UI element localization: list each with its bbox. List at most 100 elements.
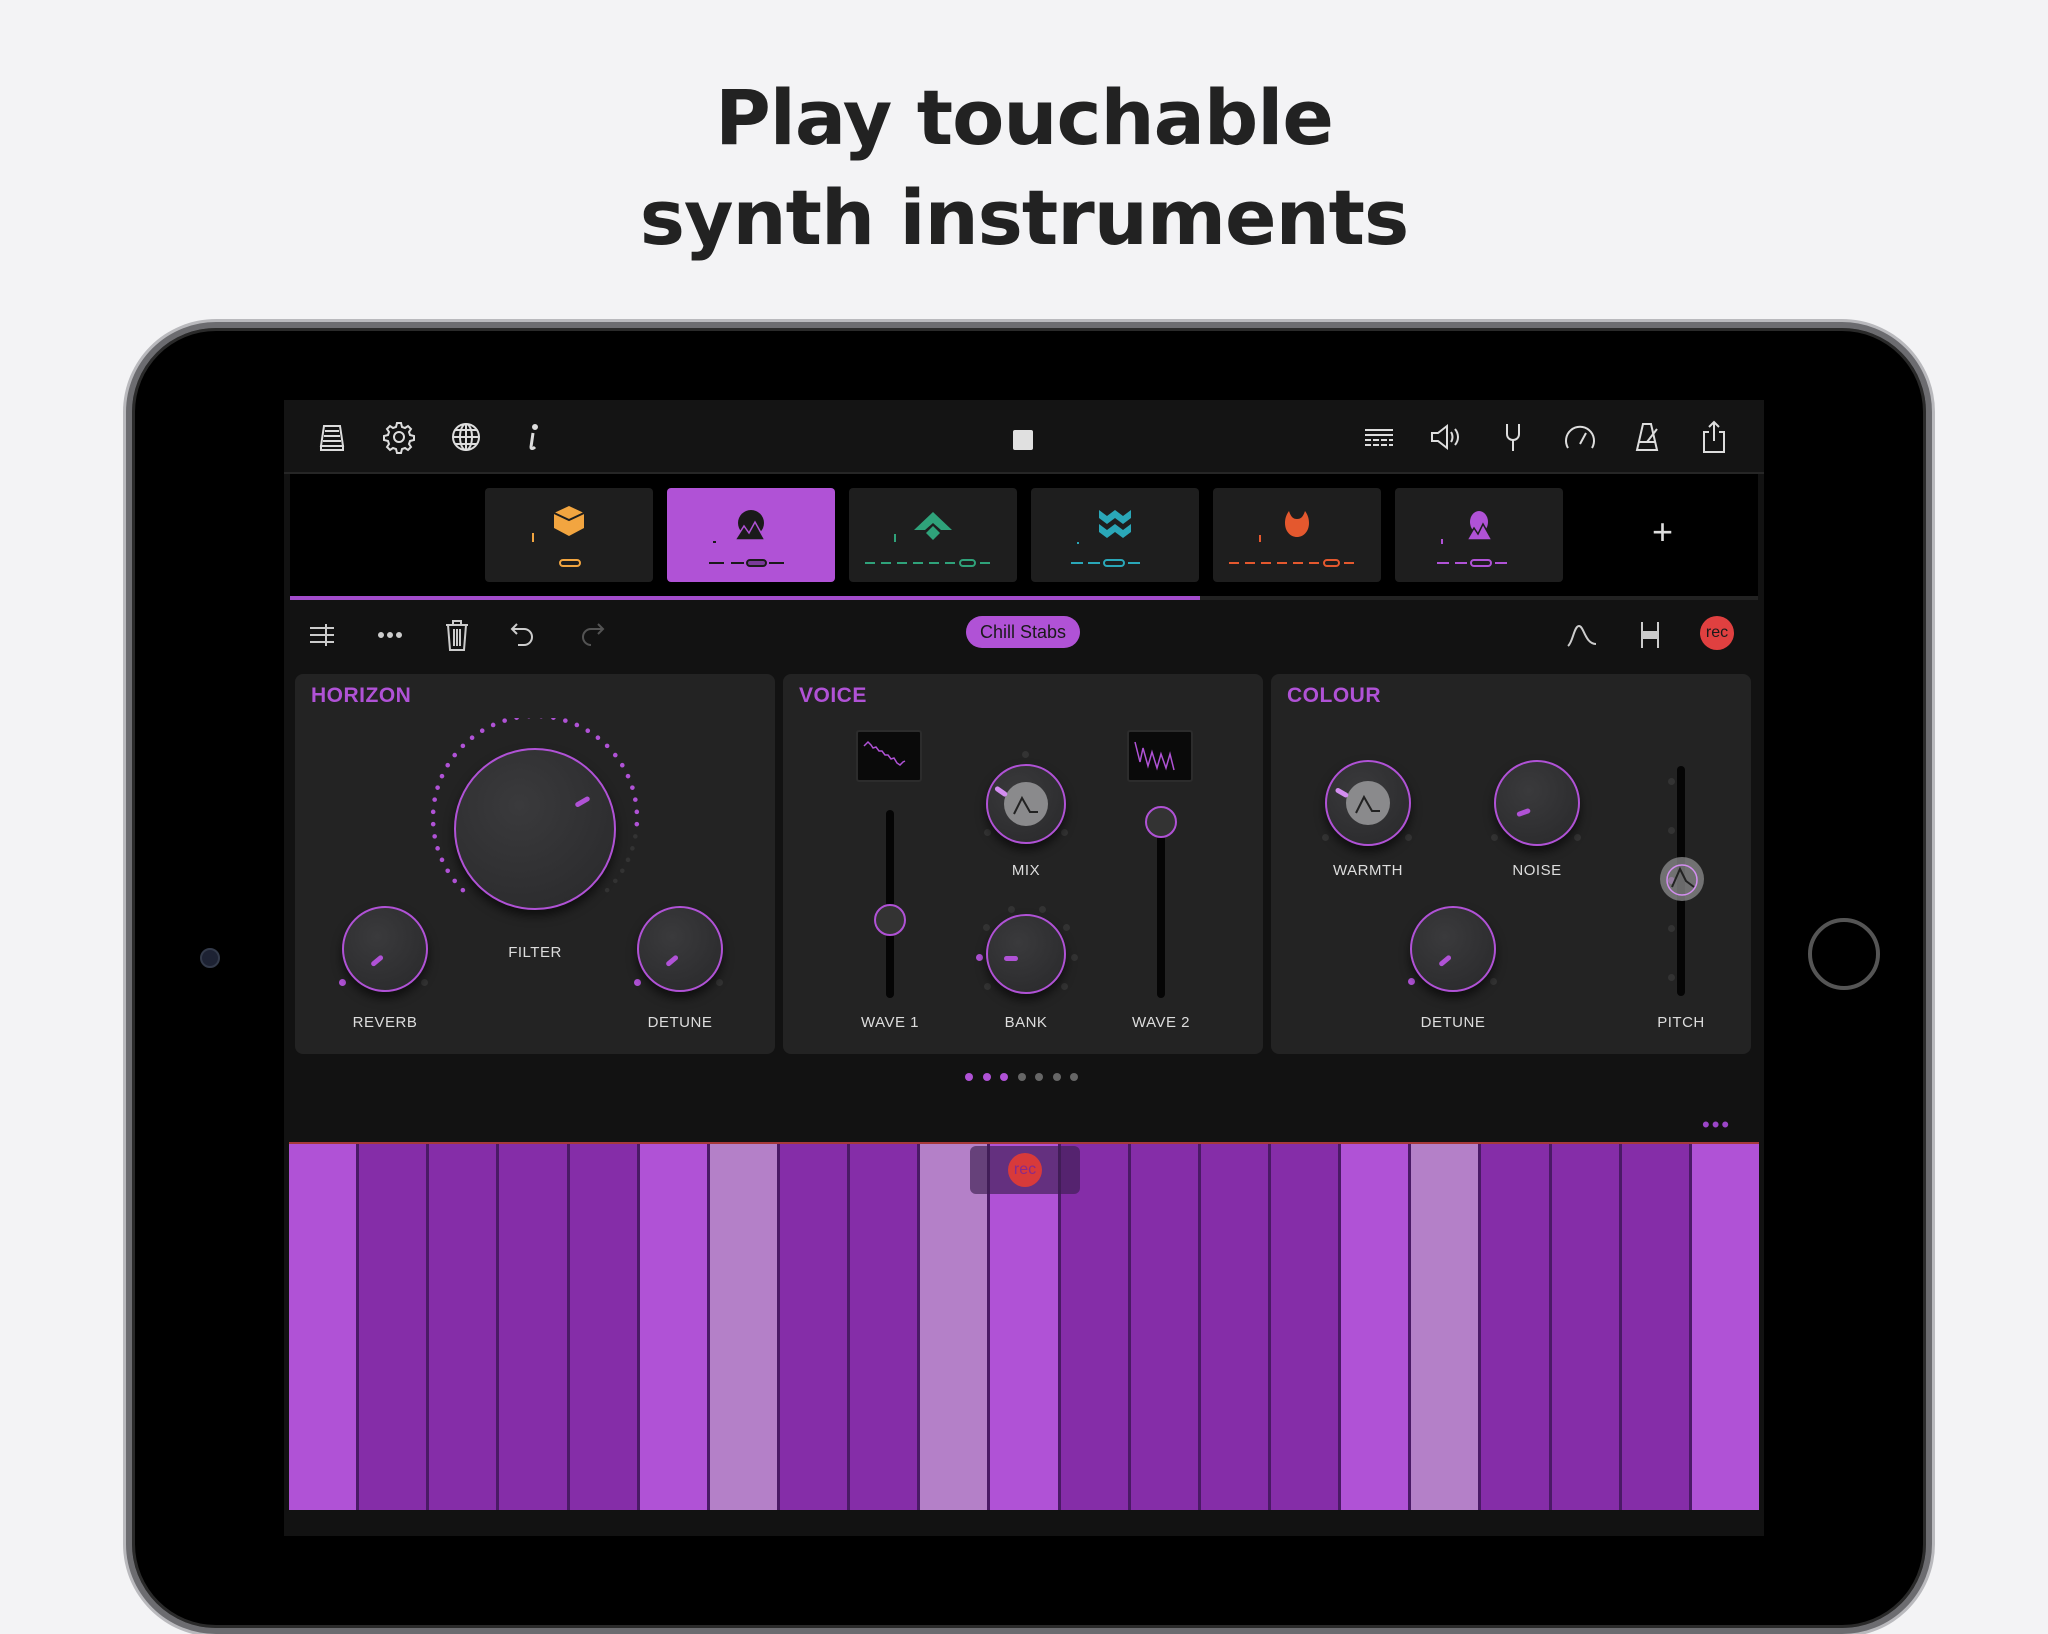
mix-label: MIX	[966, 862, 1086, 879]
bank-dot	[1061, 983, 1068, 990]
keyboard-key[interactable]	[780, 1144, 850, 1510]
track-tile-2[interactable]	[667, 488, 835, 582]
colour-detune-knob[interactable]	[1410, 906, 1496, 992]
keyboard-key[interactable]	[850, 1144, 920, 1510]
keyboard-key[interactable]	[990, 1144, 1060, 1510]
track-tile-3[interactable]	[849, 488, 1017, 582]
filter-knob[interactable]	[454, 748, 616, 910]
page-dot[interactable]	[1000, 1073, 1008, 1081]
keyboard-key[interactable]	[499, 1144, 569, 1510]
tempo-gauge-icon[interactable]	[1563, 420, 1597, 454]
flame-drop-icon	[1213, 488, 1381, 582]
filter-scale-dot	[613, 879, 618, 884]
filter-scale-dot	[605, 888, 610, 893]
filter-scale-dot	[605, 744, 610, 749]
add-track-button[interactable]: +	[1652, 514, 1673, 550]
settings-gear-icon[interactable]	[382, 420, 416, 454]
globe-icon[interactable]	[449, 420, 483, 454]
keyboard-key[interactable]	[1131, 1144, 1201, 1510]
keyboard-key[interactable]	[429, 1144, 499, 1510]
page-dot[interactable]	[1035, 1073, 1043, 1081]
keyboard-key[interactable]	[359, 1144, 429, 1510]
detune-knob[interactable]	[637, 906, 723, 992]
warmth-label: WARMTH	[1308, 862, 1428, 879]
page-indicator[interactable]	[965, 1068, 1088, 1078]
filter-scale-dot	[563, 718, 568, 723]
page-dot[interactable]	[1053, 1073, 1061, 1081]
track-strip: +	[290, 474, 1758, 596]
filter-scale-dot	[613, 753, 618, 758]
bank-knob[interactable]	[986, 914, 1066, 994]
keyboard-key[interactable]	[1271, 1144, 1341, 1510]
track-tile-1[interactable]	[485, 488, 653, 582]
keyboard-key[interactable]	[920, 1144, 990, 1510]
top-bar	[284, 400, 1764, 474]
bank-dot	[1071, 954, 1078, 961]
envelope-icon[interactable]	[1565, 618, 1599, 652]
track-settings-icon[interactable]	[306, 618, 340, 652]
keyboard-key[interactable]	[1552, 1144, 1622, 1510]
page-dot[interactable]	[1018, 1073, 1026, 1081]
keyboard-key[interactable]	[1622, 1144, 1692, 1510]
track-tile-6[interactable]	[1395, 488, 1563, 582]
reverb-knob[interactable]	[342, 906, 428, 992]
record-button[interactable]: rec	[1700, 616, 1734, 650]
volume-speaker-icon[interactable]	[1429, 420, 1463, 454]
page-dot[interactable]	[965, 1073, 973, 1081]
headline: Play touchable synth instruments	[0, 68, 2048, 268]
moon-mountain-icon	[667, 488, 835, 582]
share-icon[interactable]	[1697, 420, 1731, 454]
warmth-knob[interactable]	[1325, 760, 1411, 846]
keyboard-key[interactable]	[1201, 1144, 1271, 1510]
keyboard-key[interactable]	[1692, 1144, 1759, 1510]
bank-dot	[984, 983, 991, 990]
wave1-slider-thumb[interactable]	[874, 904, 906, 936]
filter-scale-dot	[633, 797, 638, 802]
noise-max-dot	[1574, 834, 1581, 841]
detune-max-dot	[1490, 978, 1497, 985]
wave2-slider-thumb[interactable]	[1145, 806, 1177, 838]
filter-scale-dot	[626, 774, 631, 779]
waves-icon	[1031, 488, 1199, 582]
mixer-lines-icon[interactable]	[1362, 420, 1396, 454]
keyboard-key[interactable]	[640, 1144, 710, 1510]
library-icon[interactable]	[315, 420, 349, 454]
keyboard-key[interactable]	[1341, 1144, 1411, 1510]
mix-knob[interactable]	[986, 764, 1066, 844]
tuning-fork-icon[interactable]	[1496, 420, 1530, 454]
page-dot[interactable]	[1070, 1073, 1078, 1081]
undo-icon[interactable]	[507, 618, 541, 652]
home-button[interactable]	[1808, 918, 1880, 990]
keyboard-key[interactable]	[570, 1144, 640, 1510]
keyboard-key[interactable]	[1411, 1144, 1481, 1510]
filter-scale-dot	[452, 879, 457, 884]
keyboard-more-button[interactable]: •••	[1702, 1112, 1731, 1138]
page-dot[interactable]	[983, 1073, 991, 1081]
keyboard-record-button[interactable]: rec	[1008, 1153, 1042, 1187]
filter-scale-dot	[480, 728, 485, 733]
preset-name-button[interactable]: Chill Stabs	[966, 616, 1080, 648]
info-icon[interactable]	[517, 420, 551, 454]
keyboard-key[interactable]	[1481, 1144, 1551, 1510]
record-overlay[interactable]: rec	[970, 1146, 1080, 1194]
metronome-icon[interactable]	[1630, 420, 1664, 454]
arpeggiator-icon[interactable]	[1633, 618, 1667, 652]
keyboard-key[interactable]	[289, 1144, 359, 1510]
stop-icon[interactable]	[1013, 430, 1033, 450]
noise-knob[interactable]	[1494, 760, 1580, 846]
more-icon[interactable]	[373, 618, 407, 652]
envelope-icon	[1004, 782, 1048, 826]
redo-icon[interactable]	[574, 618, 608, 652]
keyboard-key[interactable]	[710, 1144, 780, 1510]
track-tile-4[interactable]	[1031, 488, 1199, 582]
track-tile-5[interactable]	[1213, 488, 1381, 582]
filter-scale-dot	[551, 718, 556, 720]
trash-icon[interactable]	[440, 618, 474, 652]
envelope-icon	[1660, 857, 1704, 901]
bank-dot	[1008, 906, 1015, 913]
panel-title: COLOUR	[1287, 684, 1381, 708]
bank-label: BANK	[966, 1014, 1086, 1031]
pitch-slider-thumb[interactable]	[1660, 857, 1704, 901]
keyboard-key[interactable]	[1061, 1144, 1131, 1510]
wave2-slider-track[interactable]	[1157, 810, 1165, 998]
